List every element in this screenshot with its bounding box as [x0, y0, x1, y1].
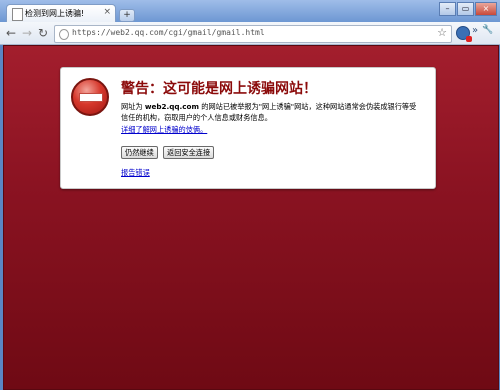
warning-panel: 警告：这可能是网上诱骗网站！ 网址为 web2.qq.com 的网站已被举报为"…	[60, 67, 436, 189]
more-extensions-icon[interactable]: »	[472, 25, 478, 36]
tab-title: 检测到网上诱骗!	[25, 9, 85, 18]
new-tab-button[interactable]: +	[119, 9, 135, 22]
stop-sign-bar	[79, 93, 103, 102]
extension-icon[interactable]	[456, 26, 472, 42]
tab-close-icon[interactable]: ×	[103, 7, 111, 17]
minimize-button[interactable]: –	[439, 2, 456, 16]
back-icon[interactable]: ←	[6, 26, 16, 40]
toolbar: ← → ↻ https://web2.qq.com/cgi/gmail/gmai…	[0, 22, 500, 45]
page-icon	[12, 8, 23, 21]
stop-sign-icon	[71, 78, 109, 116]
warning-description: 网址为 web2.qq.com 的网站已被举报为"网上诱骗"网站，这种网站通常会…	[121, 101, 421, 123]
wrench-icon[interactable]: 🔧	[482, 25, 493, 35]
bookmark-star-icon[interactable]: ☆	[437, 26, 447, 39]
proceed-anyway-button[interactable]: 仍然继续	[121, 146, 158, 159]
maximize-button[interactable]: ▭	[457, 2, 474, 16]
report-error-link[interactable]: 报告错误	[121, 168, 150, 178]
tab-current[interactable]: 检测到网上诱骗! ×	[6, 4, 116, 23]
address-bar[interactable]: https://web2.qq.com/cgi/gmail/gmail.html…	[54, 25, 452, 43]
reported-domain: web2.qq.com	[144, 102, 199, 111]
description-prefix: 网址为	[121, 102, 145, 111]
learn-more-link[interactable]: 详细了解网上诱骗的伎俩。	[121, 125, 207, 135]
reload-icon[interactable]: ↻	[38, 26, 48, 40]
title-bar: 检测到网上诱骗! × + – ▭ ×	[0, 0, 500, 23]
forward-icon[interactable]: →	[22, 26, 32, 40]
warning-title: 警告：这可能是网上诱骗网站！	[121, 81, 317, 97]
browser-window: 检测到网上诱骗! × + – ▭ × ← → ↻ https://web2.qq…	[0, 0, 500, 390]
close-window-button[interactable]: ×	[475, 2, 497, 16]
url-text[interactable]: https://web2.qq.com/cgi/gmail/gmail.html	[72, 28, 265, 37]
page-info-icon[interactable]	[59, 29, 69, 40]
interstitial-page: 警告：这可能是网上诱骗网站！ 网址为 web2.qq.com 的网站已被举报为"…	[3, 45, 499, 390]
back-to-safety-button[interactable]: 返回安全连接	[163, 146, 215, 159]
